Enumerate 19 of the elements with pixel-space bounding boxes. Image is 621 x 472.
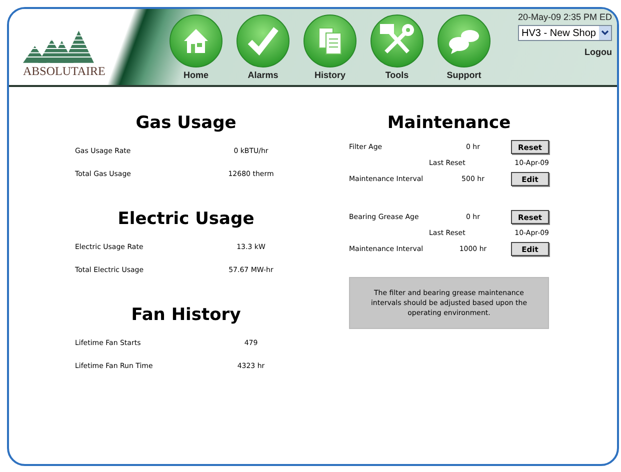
caret-icon [601,30,609,36]
checkmark-icon [236,14,290,68]
nav-link[interactable]: Home [169,14,223,85]
documents-icon [303,14,357,68]
tools-icon [370,14,424,68]
site-dropdown[interactable]: HV3 - New Shop [518,25,612,41]
logo-text: ABSOLUTAIRE [23,64,106,79]
nav-link[interactable]: History [303,14,357,85]
nav-link[interactable]: Alarms [236,14,290,85]
section-title: Maintenance [386,113,512,133]
home-icon [169,14,223,68]
section-title: Electric Usage [116,209,256,229]
logout-link[interactable]: Logou [584,47,612,57]
section-title: Gas Usage [134,113,238,133]
nav-link[interactable]: Tools [370,14,424,85]
section-title: Fan History [130,305,242,325]
date-time: 20-May-09 2:35 PM ED [518,12,612,22]
speech-bubbles-icon [437,14,491,68]
nav-link[interactable]: Support [437,14,491,85]
